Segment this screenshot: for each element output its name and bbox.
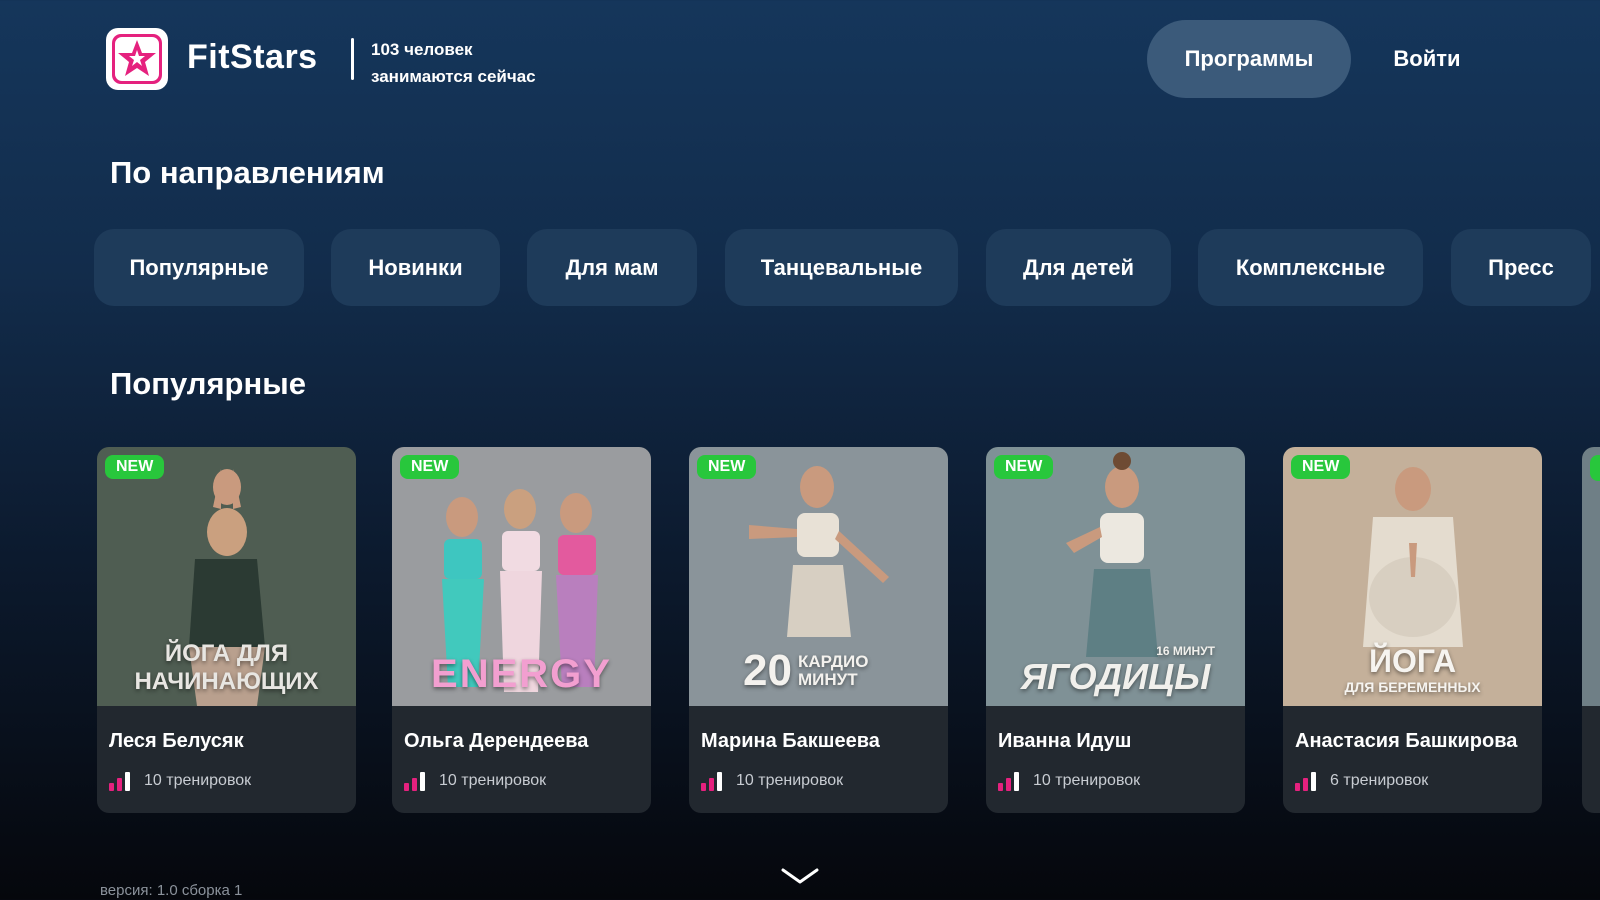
trainer-name: Иванна Идуш — [998, 730, 1132, 752]
new-badge — [1590, 455, 1600, 481]
program-title-line: КАРДИО МИНУТ — [797, 652, 869, 689]
program-meta: 10 тренировок — [109, 771, 251, 791]
program-card[interactable]: NEW ЙОГА ДЛЯ БЕРЕМЕННЫХ Анастасия Башкир… — [1283, 447, 1542, 813]
live-users: 103 человек занимаются сейчас — [371, 36, 536, 90]
login-button[interactable]: Войти — [1372, 20, 1482, 98]
workout-count-label: тренировок — [461, 772, 547, 789]
chip-popular[interactable]: Популярные — [94, 229, 304, 306]
workout-count: 6 тренировок — [1330, 772, 1428, 790]
level-bars-icon — [404, 771, 425, 791]
new-badge: NEW — [1291, 455, 1351, 479]
fitstars-star-logo-icon — [112, 34, 162, 84]
new-badge: NEW — [400, 455, 460, 479]
program-title-line: ДЛЯ БЕРЕМЕННЫХ — [1344, 679, 1481, 695]
workout-count: 10 тренировок — [1033, 772, 1140, 790]
workout-count-number: 10 — [1033, 772, 1051, 789]
level-bars-icon — [998, 771, 1019, 791]
app-version: версия: 1.0 сборка 1 — [100, 882, 243, 899]
program-title-line: ЯГОДИЦЫ — [1020, 656, 1211, 697]
chip-for-kids[interactable]: Для детей — [986, 229, 1171, 306]
chip-abs[interactable]: Пресс — [1451, 229, 1591, 306]
program-title: ЙОГА ДЛЯ НАЧИНАЮЩИХ — [97, 640, 356, 696]
trainer-name: Ольга Дерендеева — [404, 730, 589, 752]
program-meta: 6 тренировок — [1295, 771, 1428, 791]
chip-complex[interactable]: Комплексные — [1198, 229, 1423, 306]
chip-for-moms[interactable]: Для мам — [527, 229, 697, 306]
program-card-partial[interactable] — [1582, 447, 1600, 813]
program-title: ЙОГА ДЛЯ БЕРЕМЕННЫХ — [1283, 644, 1542, 696]
header-divider — [351, 38, 354, 80]
new-badge: NEW — [994, 455, 1054, 479]
new-badge: NEW — [697, 455, 757, 479]
program-title: 20 КАРДИО МИНУТ — [689, 646, 948, 696]
program-card[interactable]: NEW ЙОГА ДЛЯ НАЧИНАЮЩИХ Леся Белусяк 10 … — [97, 447, 356, 813]
program-title: 16 МИНУТ ЯГОДИЦЫ — [986, 644, 1245, 696]
workout-count-number: 10 — [144, 772, 162, 789]
program-title-line: ЙОГА — [1368, 643, 1457, 679]
program-title-line: 20 — [743, 646, 792, 695]
workout-count-number: 10 — [439, 772, 457, 789]
program-title-line: НАЧИНАЮЩИХ — [134, 668, 319, 695]
workout-count: 10 тренировок — [439, 772, 546, 790]
workout-count-label: тренировок — [1055, 772, 1141, 789]
program-meta: 10 тренировок — [701, 771, 843, 791]
program-cover: NEW 16 МИНУТ ЯГОДИЦЫ — [986, 447, 1245, 706]
new-badge: NEW — [105, 455, 165, 479]
workout-count-label: тренировок — [166, 772, 252, 789]
program-cover: NEW ЙОГА ДЛЯ БЕРЕМЕННЫХ — [1283, 447, 1542, 706]
chip-dance[interactable]: Танцевальные — [725, 229, 958, 306]
level-bars-icon — [701, 771, 722, 791]
trainer-name: Марина Бакшеева — [701, 730, 880, 752]
trainer-name: Леся Белусяк — [109, 730, 244, 752]
program-title: ENERGY — [392, 652, 651, 696]
workout-count: 10 тренировок — [736, 772, 843, 790]
program-cover — [1582, 447, 1600, 706]
live-text: занимаются сейчас — [371, 67, 536, 86]
categories-title: По направлениям — [110, 155, 385, 190]
program-cover: NEW ENERGY — [392, 447, 651, 706]
live-count: 103 человек — [371, 40, 473, 59]
program-meta: 10 тренировок — [404, 771, 546, 791]
workout-count-label: тренировок — [758, 772, 844, 789]
program-meta: 10 тренировок — [998, 771, 1140, 791]
level-bars-icon — [109, 771, 130, 791]
workout-count-number: 6 — [1330, 772, 1339, 789]
workout-count: 10 тренировок — [144, 772, 251, 790]
brand-name: FitStars — [187, 38, 318, 76]
program-title-line: ЙОГА ДЛЯ — [164, 640, 289, 667]
popular-title: Популярные — [110, 366, 306, 401]
chevron-down-icon[interactable] — [780, 866, 820, 886]
program-cover: NEW 20 КАРДИО МИНУТ — [689, 447, 948, 706]
workout-count-label: тренировок — [1343, 772, 1429, 789]
trainer-name: Анастасия Башкирова — [1295, 730, 1518, 752]
fitstars-logo — [106, 28, 168, 90]
program-cover: NEW ЙОГА ДЛЯ НАЧИНАЮЩИХ — [97, 447, 356, 706]
program-card[interactable]: NEW ENERGY Ольга Дерендеева 10 тренирово… — [392, 447, 651, 813]
workout-count-number: 10 — [736, 772, 754, 789]
program-card[interactable]: NEW 16 МИНУТ ЯГОДИЦЫ Иванна Идуш 10 трен… — [986, 447, 1245, 813]
chip-new[interactable]: Новинки — [331, 229, 500, 306]
program-title-line: ENERGY — [431, 652, 612, 696]
program-card[interactable]: NEW 20 КАРДИО МИНУТ Марина Бакшеева 10 т… — [689, 447, 948, 813]
level-bars-icon — [1295, 771, 1316, 791]
programs-button[interactable]: Программы — [1147, 20, 1351, 98]
